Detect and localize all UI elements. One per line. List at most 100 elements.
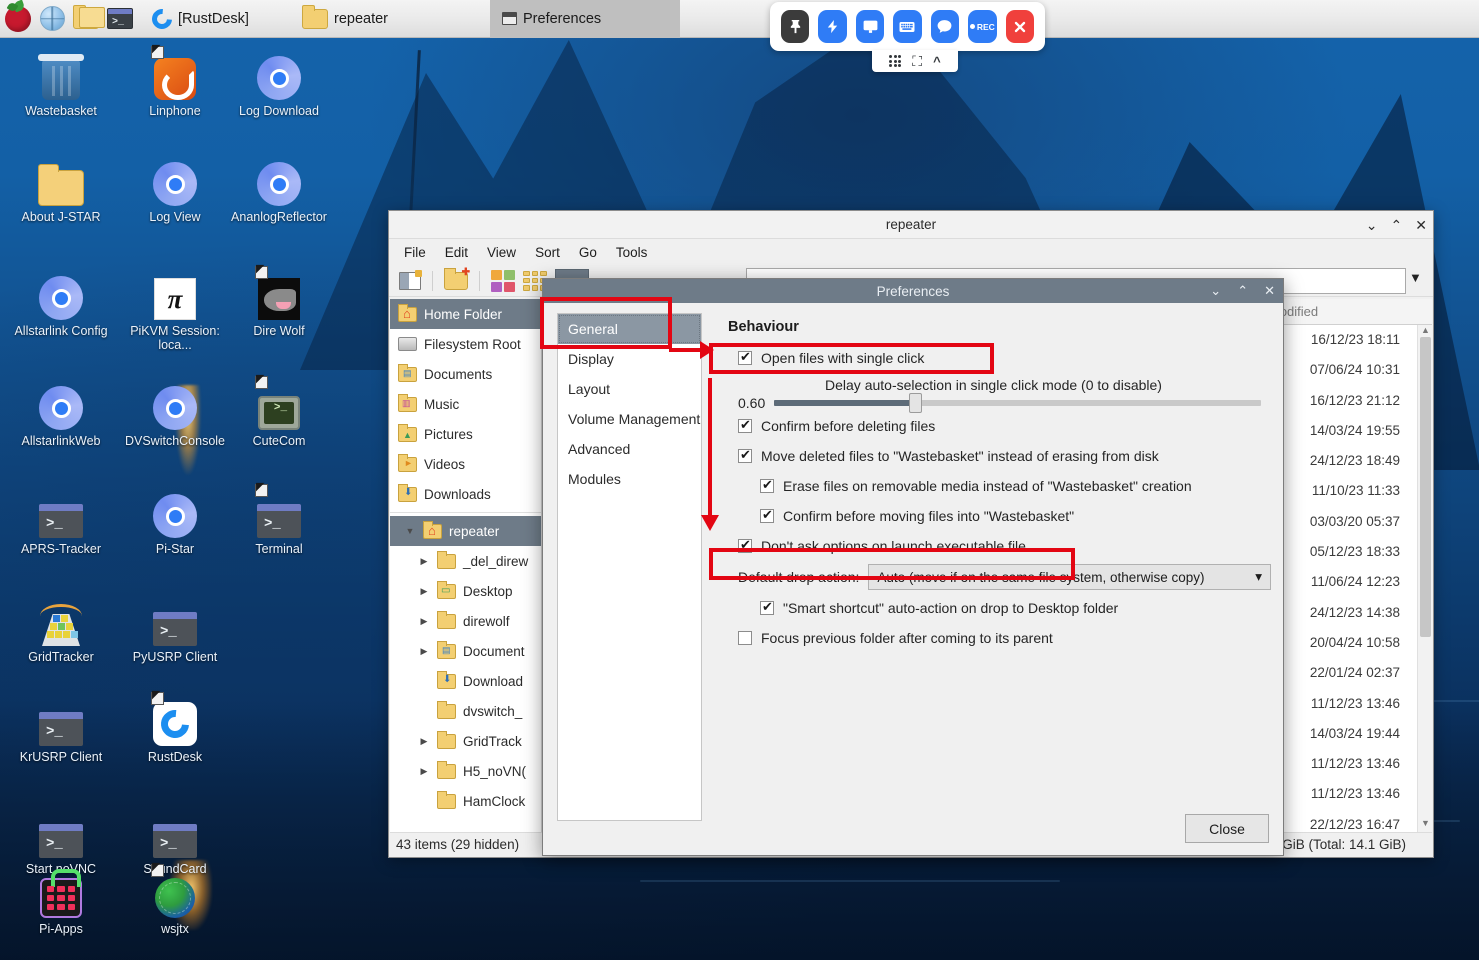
display-button[interactable] bbox=[855, 10, 885, 43]
rustdesk-floating-toolbar[interactable]: REC bbox=[770, 2, 1045, 51]
sidebar-place-documents[interactable]: Documents bbox=[390, 359, 541, 389]
desktop-icon-dvswitchconsole[interactable]: DVSwitchConsole bbox=[118, 378, 232, 448]
desktop-icon-krusrp-client[interactable]: >_ KrUSRP Client bbox=[4, 694, 118, 764]
sidebar-place-downloads[interactable]: Downloads bbox=[390, 479, 541, 509]
close-button[interactable]: ✕ bbox=[1264, 283, 1275, 299]
new-tab-icon[interactable] bbox=[399, 269, 422, 290]
chevron-right-icon[interactable]: ▶ bbox=[418, 646, 430, 657]
option-erase-removable-media[interactable]: Erase files on removable media instead o… bbox=[716, 471, 1271, 501]
path-dropdown-chevron-icon[interactable]: ▼ bbox=[1409, 270, 1422, 285]
preferences-nav-general[interactable]: General bbox=[558, 314, 701, 344]
preferences-nav-layout[interactable]: Layout bbox=[558, 374, 701, 404]
desktop-icon-wsjtx[interactable]: wsjtx bbox=[118, 860, 232, 936]
menu-item-edit[interactable]: Edit bbox=[445, 245, 468, 260]
option-confirm-before-deleting[interactable]: Confirm before deleting files bbox=[716, 411, 1271, 441]
tree-item[interactable]: ▶ direwolf bbox=[390, 606, 541, 636]
sidebar-place-pictures[interactable]: Pictures bbox=[390, 419, 541, 449]
scrollbar-thumb[interactable] bbox=[1420, 337, 1431, 637]
desktop-icon-cutecom[interactable]: >_ CuteCom bbox=[222, 372, 336, 448]
menu-item-view[interactable]: View bbox=[487, 245, 516, 260]
terminal-icon[interactable]: >_ bbox=[106, 5, 134, 33]
slider-knob[interactable] bbox=[909, 393, 923, 413]
menu-item-sort[interactable]: Sort bbox=[535, 245, 560, 260]
desktop-icon-linphone[interactable]: Linphone bbox=[118, 42, 232, 118]
taskbar-window-repeater[interactable]: repeater bbox=[290, 0, 490, 38]
desktop-icon-wastebasket[interactable]: Wastebasket bbox=[4, 48, 118, 118]
option-dont-ask-launch-executable[interactable]: Don't ask options on launch executable f… bbox=[716, 531, 1271, 561]
preferences-titlebar[interactable]: Preferences ⌄ ⌃ ✕ bbox=[543, 279, 1283, 303]
desktop-icon-ananlogreflector[interactable]: AnanlogReflector bbox=[222, 154, 336, 224]
chevron-down-icon[interactable]: ▼ bbox=[404, 526, 416, 536]
desktop-icon-allstarlink-config[interactable]: Allstarlink Config bbox=[4, 268, 118, 338]
desktop-icon-terminal[interactable]: >_ Terminal bbox=[222, 480, 336, 556]
checkbox-dont-ask-launch-executable[interactable] bbox=[738, 537, 752, 553]
desktop-icon-pi-apps[interactable]: Pi-Apps bbox=[4, 866, 118, 936]
desktop-icon-pyusrp-client[interactable]: >_ PyUSRP Client bbox=[118, 594, 232, 664]
rustdesk-sub-toolbar[interactable]: ⛶ ^ bbox=[872, 50, 958, 72]
desktop-icon-gridtracker[interactable]: GridTracker bbox=[4, 594, 118, 664]
desktop-icon-allstarlinkweb[interactable]: AllstarlinkWeb bbox=[4, 378, 118, 448]
desktop-icon-pikvm-session-loca[interactable]: π PiKVM Session: loca... bbox=[118, 268, 232, 352]
tree-root-repeater[interactable]: ▼ repeater bbox=[390, 516, 541, 546]
file-manager-icon[interactable] bbox=[72, 4, 105, 33]
desktop-icon-aprs-tracker[interactable]: >_ APRS-Tracker bbox=[4, 486, 118, 556]
taskbar-window-rustdesk[interactable]: [RustDesk] bbox=[140, 0, 290, 38]
sidebar-place-music[interactable]: Music bbox=[390, 389, 541, 419]
new-folder-icon[interactable] bbox=[444, 267, 470, 290]
actions-button[interactable] bbox=[818, 10, 847, 43]
tree-item[interactable]: ▶ Document bbox=[390, 636, 541, 666]
desktop-icon-dire-wolf[interactable]: Dire Wolf bbox=[222, 262, 336, 338]
desktop-icon-rustdesk[interactable]: RustDesk bbox=[118, 688, 232, 764]
close-session-button[interactable] bbox=[1005, 10, 1034, 43]
default-drop-action-row[interactable]: Default drop action: Auto (move if on th… bbox=[716, 561, 1271, 593]
tree-item[interactable]: ▶ Desktop bbox=[390, 576, 541, 606]
preferences-category-list[interactable]: General Display Layout Volume Management Adv… bbox=[557, 313, 702, 821]
chevron-right-icon[interactable]: ▶ bbox=[418, 736, 430, 747]
taskbar-launcher-area[interactable]: >_ bbox=[0, 0, 140, 38]
checkbox-focus-previous-folder[interactable] bbox=[738, 631, 752, 645]
file-manager-titlebar[interactable]: repeater ⌄ ⌃ ✕ bbox=[389, 211, 1433, 239]
taskbar-window-preferences[interactable]: Preferences bbox=[490, 0, 680, 38]
close-button[interactable]: Close bbox=[1185, 814, 1269, 843]
checkbox-move-deleted-to-wastebasket[interactable] bbox=[738, 447, 752, 463]
fullscreen-button[interactable]: ⛶ bbox=[912, 53, 922, 70]
sidebar-place-videos[interactable]: Videos bbox=[390, 449, 541, 479]
file-manager-menubar[interactable]: File Edit View Sort Go Tools bbox=[389, 239, 1433, 265]
slider-track[interactable] bbox=[774, 393, 1261, 413]
tree-item[interactable]: ▶ H5_noVN( bbox=[390, 756, 541, 786]
close-button[interactable]: ✕ bbox=[1415, 217, 1427, 234]
file-manager-sidebar[interactable]: Home Folder Filesystem Root Documents Music… bbox=[390, 299, 542, 832]
option-smart-shortcut-desktop[interactable]: "Smart shortcut" auto-action on drop to … bbox=[716, 593, 1271, 623]
desktop-icon-pi-star[interactable]: Pi-Star bbox=[118, 486, 232, 556]
menu-item-go[interactable]: Go bbox=[579, 245, 597, 260]
chevron-right-icon[interactable]: ▶ bbox=[418, 556, 430, 567]
tree-item[interactable]: ▶ _del_direw bbox=[390, 546, 541, 576]
raspberry-menu-icon[interactable] bbox=[4, 5, 32, 33]
desktop-icon-about-j-star[interactable]: About J-STAR bbox=[4, 154, 118, 224]
maximize-button[interactable]: ⌃ bbox=[1391, 217, 1403, 234]
minimize-button[interactable]: ⌄ bbox=[1366, 217, 1378, 234]
preferences-nav-advanced[interactable]: Advanced bbox=[558, 434, 701, 464]
taskbar[interactable]: >_ [RustDesk] repeater Preferences bbox=[0, 0, 1479, 38]
scroll-down-arrow[interactable]: ▼ bbox=[1418, 818, 1433, 832]
sidebar-place-filesystem-root[interactable]: Filesystem Root bbox=[390, 329, 541, 359]
option-move-deleted-to-wastebasket[interactable]: Move deleted files to "Wastebasket" inst… bbox=[716, 441, 1271, 471]
menu-item-tools[interactable]: Tools bbox=[616, 245, 648, 260]
option-open-files-single-click[interactable]: Open files with single click bbox=[716, 343, 1271, 373]
preferences-dialog[interactable]: Preferences ⌄ ⌃ ✕ General Display Layout Vo… bbox=[542, 278, 1284, 856]
record-button[interactable]: REC bbox=[968, 10, 997, 43]
preferences-nav-modules[interactable]: Modules bbox=[558, 464, 701, 494]
chat-button[interactable] bbox=[930, 10, 960, 43]
slider-delay-auto-selection[interactable]: 0.60 bbox=[716, 393, 1271, 413]
option-confirm-move-to-wastebasket[interactable]: Confirm before moving files into "Wasteb… bbox=[716, 501, 1271, 531]
sidebar-place-home-folder[interactable]: Home Folder bbox=[390, 299, 541, 329]
checkbox-confirm-move-to-wastebasket[interactable] bbox=[760, 507, 774, 523]
file-list-scrollbar[interactable]: ▲ ▼ bbox=[1417, 325, 1432, 832]
chevron-right-icon[interactable]: ▶ bbox=[418, 616, 430, 627]
tree-item[interactable]: dvswitch_ bbox=[390, 696, 541, 726]
grid-view-button[interactable] bbox=[889, 55, 902, 67]
checkbox-open-files-single-click[interactable] bbox=[738, 349, 752, 365]
chevron-right-icon[interactable]: ▶ bbox=[418, 766, 430, 777]
web-browser-icon[interactable] bbox=[38, 5, 66, 33]
tree-item[interactable]: ▶ GridTrack bbox=[390, 726, 541, 756]
